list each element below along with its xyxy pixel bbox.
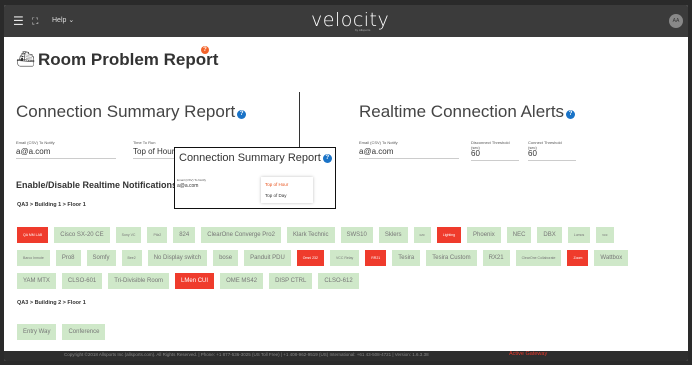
device-toggle[interactable]: Klark Technic — [286, 227, 335, 243]
device-toggle[interactable]: Panduit PDU — [244, 250, 291, 266]
device-toggle[interactable]: YAM MTX — [17, 273, 56, 289]
footer: Copyright ©2018 Allsports Inc (allsports… — [4, 351, 688, 361]
dropdown-option-top-of-day[interactable]: Top of Day — [263, 190, 311, 201]
help-badge-icon[interactable]: ? — [201, 46, 209, 54]
disconnect-threshold-input[interactable]: 60 — [471, 149, 519, 161]
device-toggle[interactable]: RR21 — [365, 250, 387, 266]
device-toggle[interactable]: CLSO-612 — [318, 273, 359, 289]
device-toggle[interactable]: Pro8 — [55, 250, 81, 266]
help-menu[interactable]: Help ⌄ — [52, 5, 74, 37]
notifications-heading: Enable/Disable Realtime Notifications an… — [16, 180, 196, 190]
device-toggle[interactable]: Zoom — [567, 250, 589, 266]
realtime-alerts-heading: Realtime Connection Alerts? — [359, 102, 576, 122]
time-to-run-label: Time To Run — [133, 140, 156, 145]
device-toggle[interactable]: QA MM LAB — [17, 227, 49, 243]
room-icon: ⛴ — [16, 51, 36, 68]
device-toggle[interactable]: DBX — [537, 227, 562, 243]
expand-icon[interactable]: ⛶ — [32, 5, 38, 37]
device-row: YAM MTX CLSO-601 Tri-Divisible Room LMen CU… — [17, 273, 359, 289]
popup-email-label: Email (CSV) To Notify — [177, 178, 206, 182]
device-toggle[interactable]: CLSO-601 — [61, 273, 103, 289]
user-avatar[interactable]: AA — [669, 14, 683, 28]
device-toggle[interactable]: Wattbox — [594, 250, 629, 266]
device-toggle[interactable]: Entry Way — [17, 324, 57, 340]
device-toggle[interactable]: Tri-Divisible Room — [108, 273, 170, 289]
device-toggle[interactable]: ClearOne Converge Pro2 — [201, 227, 281, 243]
connect-threshold-input[interactable]: 60 — [528, 149, 576, 161]
device-toggle[interactable]: Tesira Custom — [426, 250, 477, 266]
device-toggle[interactable]: Omni 232 — [296, 250, 324, 266]
summary-email-input[interactable]: a@a.com — [16, 147, 116, 159]
top-navigation-bar: ☰ ⛶ Help ⌄ velocity by Allsports AA — [4, 5, 688, 37]
popup-heading: Connection Summary Report? — [179, 152, 332, 164]
alerts-email-label: Email (CSV) To Notify — [359, 140, 398, 145]
dropdown-option-top-of-hour[interactable]: Top of Hour — [263, 179, 311, 190]
device-toggle[interactable]: OME MS42 — [220, 273, 264, 289]
app-window: ☰ ⛶ Help ⌄ velocity by Allsports AA ⛴ Ro… — [4, 5, 688, 361]
connection-summary-popup: Connection Summary Report? Email (CSV) T… — [174, 147, 336, 209]
device-toggle[interactable]: Ptlz2 — [147, 227, 168, 243]
connection-summary-heading: Connection Summary Report? — [16, 102, 247, 122]
device-toggle[interactable]: Conference — [62, 324, 106, 340]
page-title: Room Problem Report — [38, 50, 219, 69]
device-toggle[interactable]: Barco Inmote — [17, 250, 50, 266]
info-icon[interactable]: ? — [322, 154, 332, 163]
device-toggle[interactable]: Tesira — [392, 250, 421, 266]
logo-subtext: by Allsports — [355, 28, 371, 32]
logo-text: velocity — [311, 9, 390, 31]
device-toggle[interactable]: Somfy — [86, 250, 116, 266]
device-toggle[interactable]: NEC — [506, 227, 532, 243]
info-icon[interactable]: ? — [237, 110, 247, 119]
active-gateway-link[interactable]: Active Gateway — [509, 351, 547, 357]
hamburger-icon[interactable]: ☰ — [13, 5, 24, 37]
device-toggle[interactable]: VCC Relay — [329, 250, 360, 266]
popup-email-input[interactable]: a@a.com — [177, 183, 198, 189]
device-toggle[interactable]: bose — [213, 250, 239, 266]
device-row: Entry Way Conference — [17, 324, 106, 340]
device-toggle[interactable]: Sklers — [378, 227, 408, 243]
device-toggle[interactable]: Lighting — [436, 227, 462, 243]
device-toggle[interactable]: DISP CTRL — [269, 273, 313, 289]
device-toggle[interactable]: Bee2 — [121, 250, 142, 266]
footer-copyright: Copyright ©2018 Allsports Inc (allsports… — [64, 352, 429, 357]
device-toggle[interactable]: ClearOne Collaborate — [515, 250, 562, 266]
group-path-label: QA3 > Building 1 > Floor 1 — [17, 202, 86, 208]
info-icon[interactable]: ? — [566, 110, 576, 119]
device-toggle[interactable]: 824 — [173, 227, 196, 243]
alerts-email-input[interactable]: a@a.com — [359, 147, 459, 159]
device-row: Barco Inmote Pro8 Somfy Bee2 No Display swit… — [17, 250, 629, 266]
device-toggle[interactable]: No Display switch — [147, 250, 208, 266]
device-toggle[interactable]: SWS10 — [340, 227, 373, 243]
device-toggle[interactable]: RX21 — [482, 250, 510, 266]
summary-email-label: Email (CSV) To Notify — [16, 140, 55, 145]
device-toggle[interactable]: Cisco SX-20 CE — [54, 227, 110, 243]
velocity-logo: velocity by Allsports — [311, 9, 389, 33]
group-path-label: QA3 > Building 2 > Floor 1 — [17, 300, 86, 306]
device-toggle[interactable]: Sony VC — [115, 227, 142, 243]
device-toggle[interactable]: vcc — [596, 227, 614, 243]
time-to-run-dropdown: Top of Hour Top of Day — [261, 177, 313, 203]
device-toggle[interactable]: LMen CUI — [175, 273, 215, 289]
device-toggle[interactable]: Lumos — [567, 227, 591, 243]
device-toggle[interactable]: Phoenix — [467, 227, 501, 243]
device-row: QA MM LAB Cisco SX-20 CE Sony VC Ptlz2 824 Cl… — [17, 227, 614, 243]
device-toggle[interactable]: czc — [413, 227, 431, 243]
